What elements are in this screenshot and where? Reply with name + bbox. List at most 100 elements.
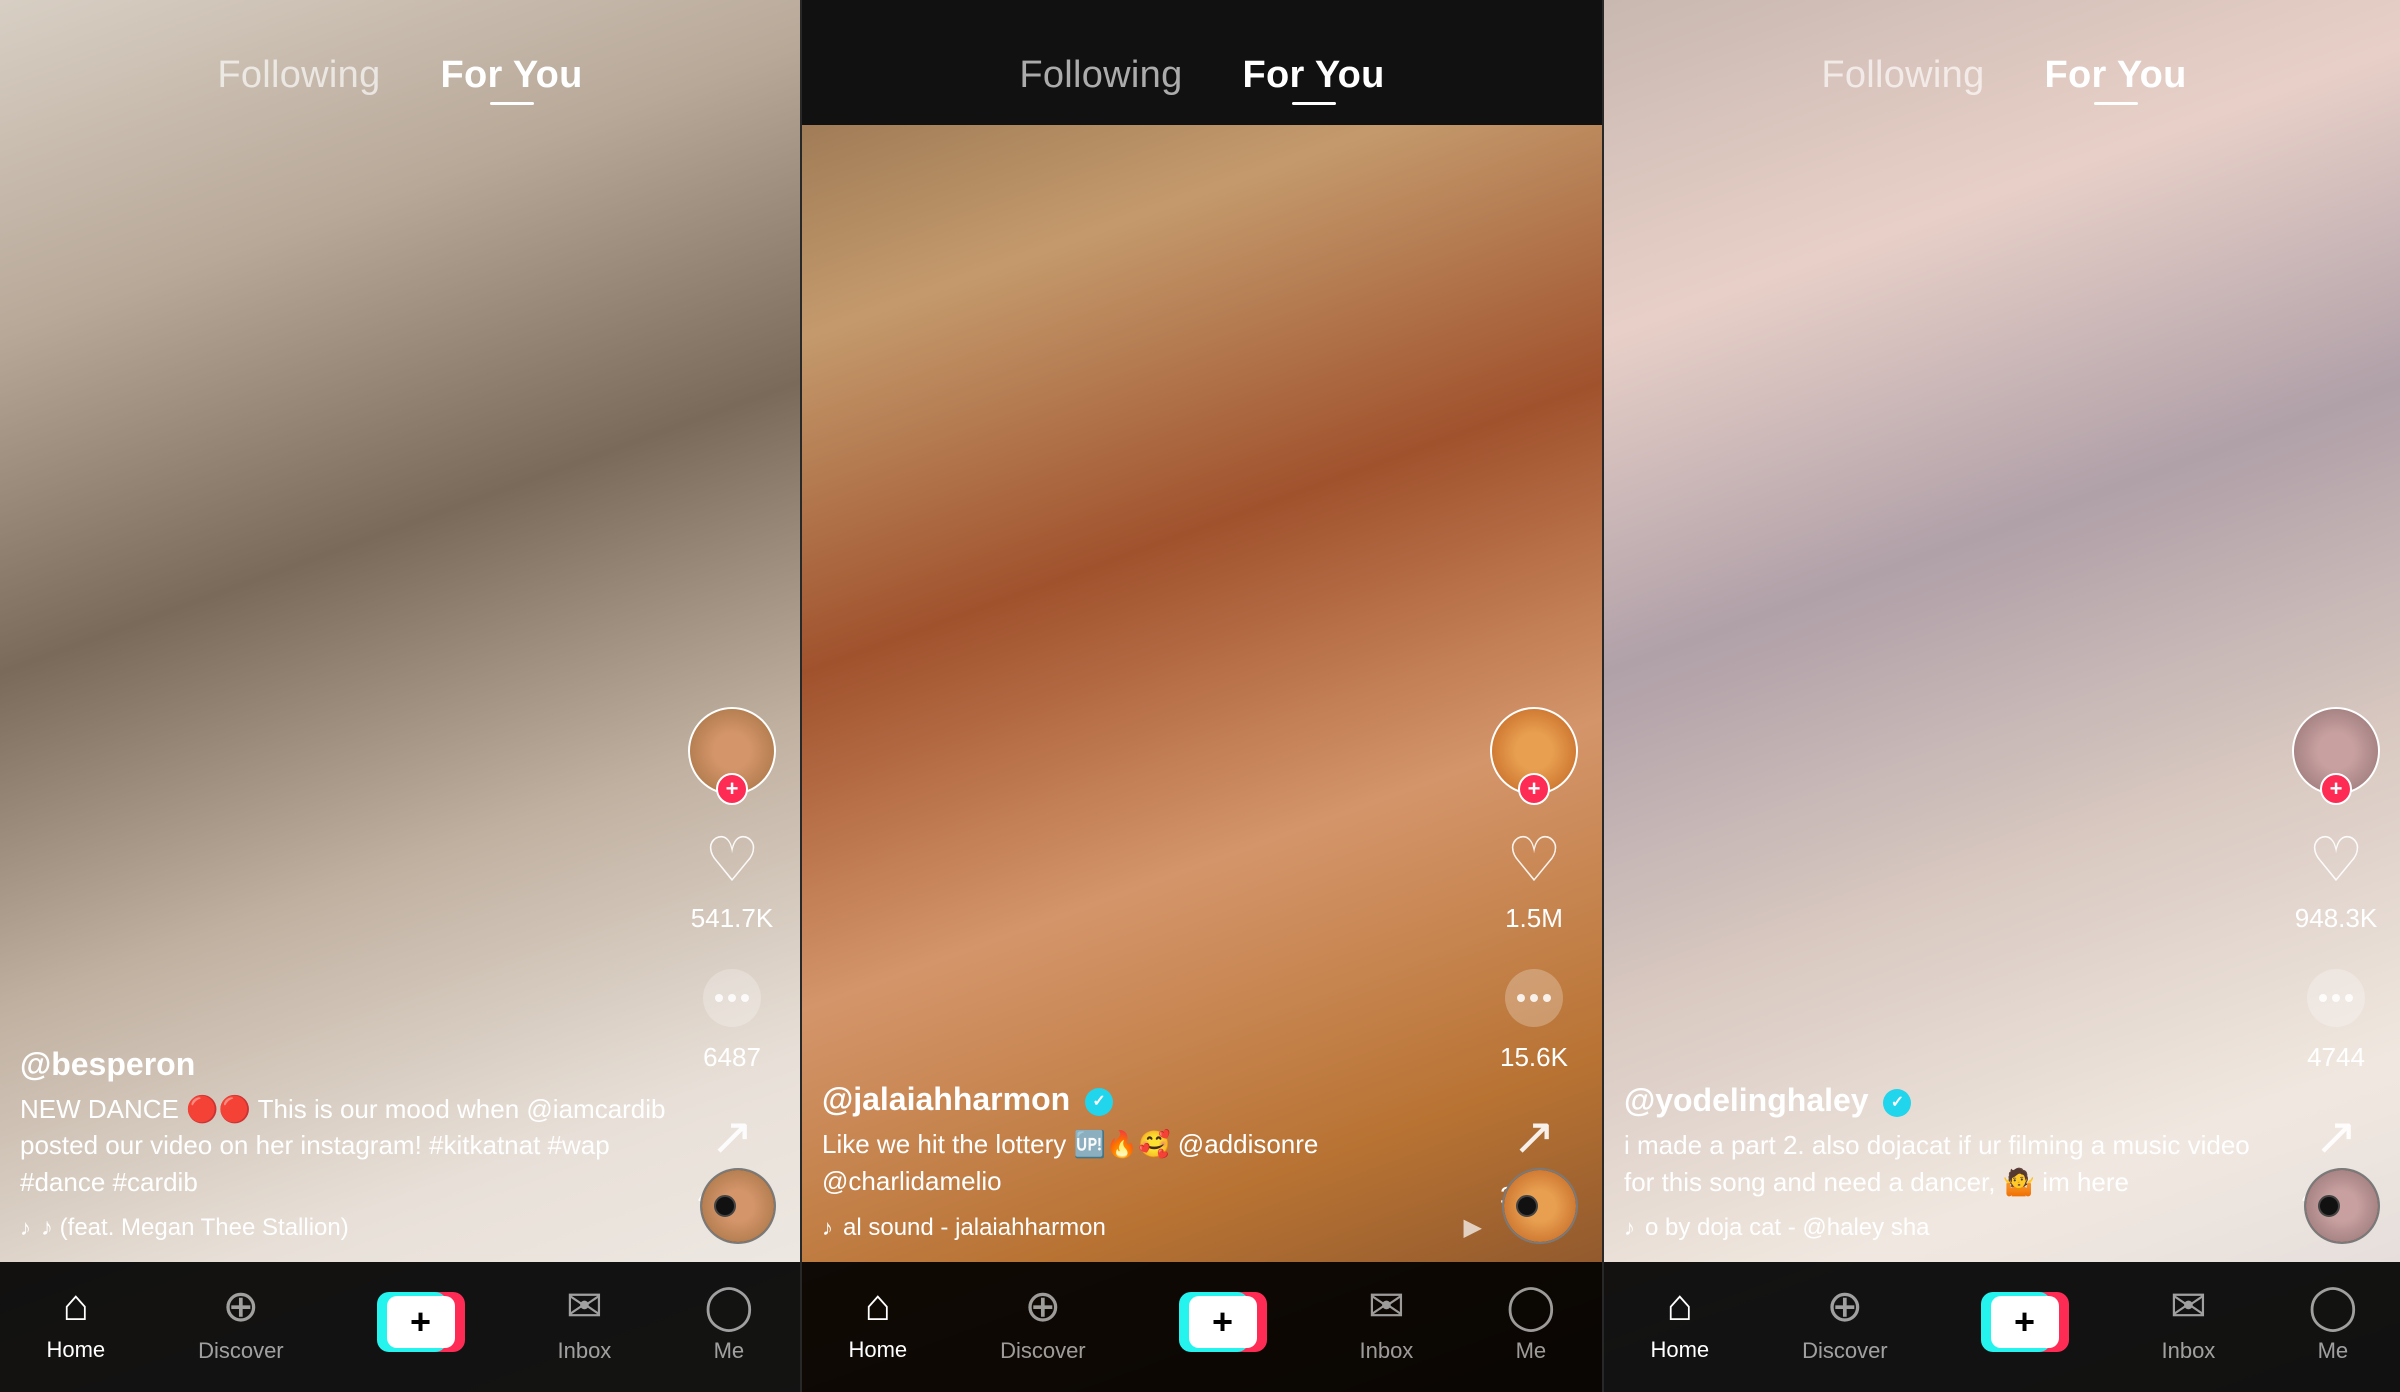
nav-inbox-label-2: Inbox bbox=[1359, 1338, 1413, 1364]
action-sidebar-3: + ♡ 948.3K 4744 ↗ bbox=[2292, 707, 2380, 1212]
nav-create-3[interactable]: + bbox=[1981, 1292, 2069, 1352]
nav-me-label-1: Me bbox=[714, 1338, 745, 1364]
music-row-3[interactable]: ♪ o by doja cat - @haley sha bbox=[1624, 1214, 2284, 1242]
music-disc-3[interactable] bbox=[2304, 1168, 2380, 1244]
username-3[interactable]: @yodelinghaley ✓ bbox=[1624, 1082, 2284, 1119]
username-2[interactable]: @jalaiahharmon ✓ bbox=[822, 1081, 1482, 1118]
nav-inbox-3[interactable]: ✉ Inbox bbox=[2161, 1281, 2215, 1364]
phone-panel-1: Following For You + ♡ 541.7K bbox=[0, 0, 800, 1392]
comment-button-1[interactable]: 6487 bbox=[696, 962, 768, 1073]
creator-avatar-1[interactable]: + bbox=[688, 707, 776, 795]
inbox-icon-1: ✉ bbox=[566, 1281, 603, 1332]
tab-following-3[interactable]: Following bbox=[1821, 54, 1984, 97]
discover-icon-3: ⊕ bbox=[1826, 1281, 1863, 1332]
nav-home-3[interactable]: ⌂ Home bbox=[1650, 1281, 1709, 1363]
description-3: i made a part 2. also dojacat if ur film… bbox=[1624, 1127, 2284, 1200]
nav-inbox-1[interactable]: ✉ Inbox bbox=[557, 1281, 611, 1364]
nav-me-label-2: Me bbox=[1516, 1338, 1547, 1364]
top-nav-3: Following For You bbox=[1604, 0, 2400, 130]
bottom-nav-3: ⌂ Home ⊕ Discover + ✉ Inbox ◯ Me bbox=[1604, 1262, 2400, 1392]
comment-icon-2 bbox=[1498, 962, 1570, 1034]
me-icon-2: ◯ bbox=[1506, 1281, 1555, 1332]
music-disc-1[interactable] bbox=[700, 1168, 776, 1244]
nav-discover-label-1: Discover bbox=[198, 1338, 284, 1364]
action-sidebar-2: + ♡ 1.5M 15.6K ↗ bbox=[1490, 707, 1578, 1212]
nav-discover-2[interactable]: ⊕ Discover bbox=[1000, 1281, 1086, 1364]
like-count-1: 541.7K bbox=[691, 903, 773, 934]
inbox-icon-2: ✉ bbox=[1368, 1281, 1405, 1332]
nav-me-2[interactable]: ◯ Me bbox=[1506, 1281, 1555, 1364]
tab-foryou-1[interactable]: For You bbox=[441, 54, 583, 97]
phone-panel-2: Following For You + ♡ 1.5M bbox=[802, 0, 1602, 1392]
share-icon-1: ↗ bbox=[696, 1101, 768, 1173]
nav-discover-label-3: Discover bbox=[1802, 1338, 1888, 1364]
nav-home-label-2: Home bbox=[848, 1337, 907, 1363]
nav-inbox-label-1: Inbox bbox=[557, 1338, 611, 1364]
description-2: Like we hit the lottery 🆙🔥🥰 @addisonre @… bbox=[822, 1126, 1482, 1199]
nav-me-3[interactable]: ◯ Me bbox=[2308, 1281, 2357, 1364]
music-row-1[interactable]: ♪ ♪ (feat. Megan Thee Stallion) bbox=[20, 1214, 680, 1242]
nav-me-1[interactable]: ◯ Me bbox=[704, 1281, 753, 1364]
username-1[interactable]: @besperon bbox=[20, 1046, 680, 1083]
nav-create-2[interactable]: + bbox=[1179, 1292, 1267, 1352]
bottom-nav-2: ⌂ Home ⊕ Discover + ✉ Inbox ◯ Me bbox=[802, 1262, 1602, 1392]
music-text-3: o by doja cat - @haley sha bbox=[1645, 1214, 1930, 1242]
verified-badge-2: ✓ bbox=[1085, 1088, 1113, 1116]
music-right-icon-2: ▶ bbox=[1464, 1213, 1482, 1242]
home-icon-3: ⌂ bbox=[1667, 1281, 1694, 1331]
tab-following-2[interactable]: Following bbox=[1019, 54, 1182, 97]
tab-following-1[interactable]: Following bbox=[217, 54, 380, 97]
music-row-2[interactable]: ♪ al sound - jalaiahharmon ▶ bbox=[822, 1213, 1482, 1242]
top-nav-2: Following For You bbox=[802, 0, 1602, 130]
home-icon-2: ⌂ bbox=[865, 1281, 892, 1331]
creator-avatar-2[interactable]: + bbox=[1490, 707, 1578, 795]
follow-plus-3[interactable]: + bbox=[2320, 773, 2352, 805]
share-icon-3: ↗ bbox=[2300, 1101, 2372, 1173]
nav-discover-label-2: Discover bbox=[1000, 1338, 1086, 1364]
heart-icon-2: ♡ bbox=[1498, 823, 1570, 895]
nav-home-1[interactable]: ⌂ Home bbox=[46, 1281, 105, 1363]
discover-icon-1: ⊕ bbox=[222, 1281, 259, 1332]
nav-home-label-3: Home bbox=[1650, 1337, 1709, 1363]
comment-icon-1 bbox=[696, 962, 768, 1034]
comment-count-2: 15.6K bbox=[1500, 1042, 1568, 1073]
comment-button-2[interactable]: 15.6K bbox=[1498, 962, 1570, 1073]
nav-inbox-label-3: Inbox bbox=[2161, 1338, 2215, 1364]
nav-home-label-1: Home bbox=[46, 1337, 105, 1363]
music-note-icon-3: ♪ bbox=[1624, 1215, 1635, 1241]
comment-button-3[interactable]: 4744 bbox=[2300, 962, 2372, 1073]
video-info-2: @jalaiahharmon ✓ Like we hit the lottery… bbox=[822, 1081, 1482, 1242]
comment-icon-3 bbox=[2300, 962, 2372, 1034]
top-nav-1: Following For You bbox=[0, 0, 800, 130]
like-button-2[interactable]: ♡ 1.5M bbox=[1498, 823, 1570, 934]
video-info-3: @yodelinghaley ✓ i made a part 2. also d… bbox=[1624, 1082, 2284, 1242]
music-disc-2[interactable] bbox=[1502, 1168, 1578, 1244]
follow-plus-2[interactable]: + bbox=[1518, 773, 1550, 805]
like-button-3[interactable]: ♡ 948.3K bbox=[2295, 823, 2377, 934]
like-count-3: 948.3K bbox=[2295, 903, 2377, 934]
comment-count-3: 4744 bbox=[2307, 1042, 2365, 1073]
verified-badge-3: ✓ bbox=[1883, 1089, 1911, 1117]
music-text-2: al sound - jalaiahharmon bbox=[843, 1214, 1106, 1242]
tab-foryou-2[interactable]: For You bbox=[1243, 54, 1385, 97]
nav-create-1[interactable]: + bbox=[377, 1292, 465, 1352]
creator-avatar-3[interactable]: + bbox=[2292, 707, 2380, 795]
create-button-1[interactable]: + bbox=[377, 1292, 465, 1352]
nav-home-2[interactable]: ⌂ Home bbox=[848, 1281, 907, 1363]
me-icon-3: ◯ bbox=[2308, 1281, 2357, 1332]
inbox-icon-3: ✉ bbox=[2170, 1281, 2207, 1332]
nav-inbox-2[interactable]: ✉ Inbox bbox=[1359, 1281, 1413, 1364]
create-btn-white-3: + bbox=[1991, 1296, 2059, 1348]
like-button-1[interactable]: ♡ 541.7K bbox=[691, 823, 773, 934]
comment-count-1: 6487 bbox=[703, 1042, 761, 1073]
nav-me-label-3: Me bbox=[2318, 1338, 2349, 1364]
home-icon-1: ⌂ bbox=[63, 1281, 90, 1331]
create-button-3[interactable]: + bbox=[1981, 1292, 2069, 1352]
me-icon-1: ◯ bbox=[704, 1281, 753, 1332]
follow-plus-1[interactable]: + bbox=[716, 773, 748, 805]
tab-foryou-3[interactable]: For You bbox=[2045, 54, 2187, 97]
phone-panel-3: Following For You + ♡ 948.3K bbox=[1604, 0, 2400, 1392]
nav-discover-1[interactable]: ⊕ Discover bbox=[198, 1281, 284, 1364]
create-button-2[interactable]: + bbox=[1179, 1292, 1267, 1352]
nav-discover-3[interactable]: ⊕ Discover bbox=[1802, 1281, 1888, 1364]
